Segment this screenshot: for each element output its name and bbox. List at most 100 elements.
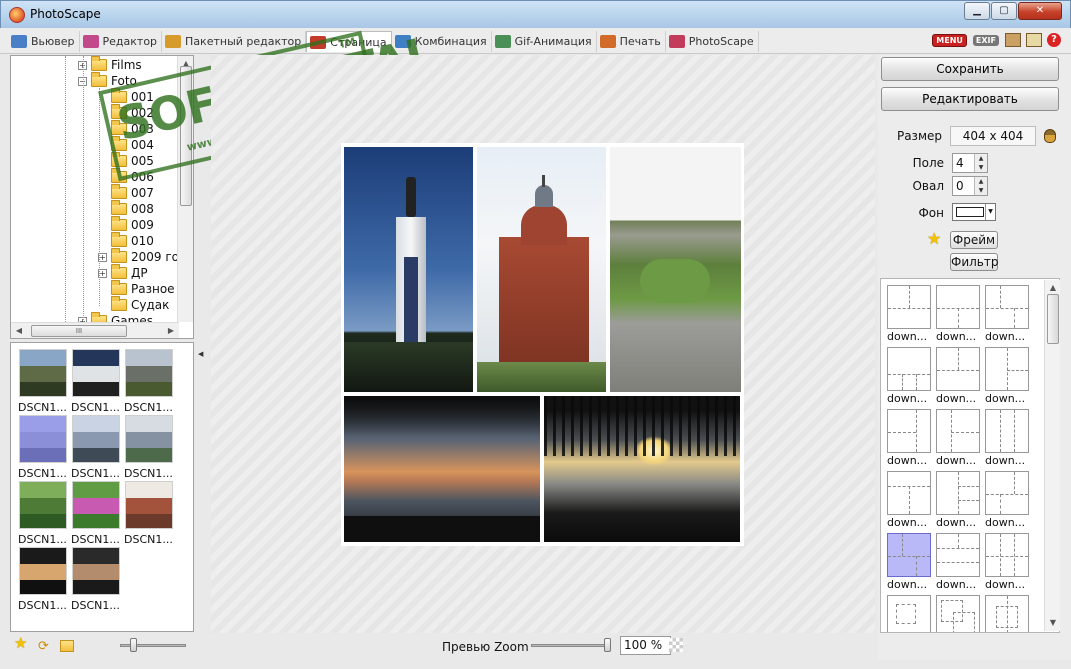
page-canvas[interactable]	[211, 55, 875, 633]
layout-template[interactable]: down...	[936, 285, 982, 343]
thumbnail-item[interactable]: DSCN1...	[18, 481, 69, 546]
margin-down-icon[interactable]: ▼	[975, 163, 987, 172]
thumbnail-item[interactable]: DSCN1...	[18, 349, 69, 414]
layout-template[interactable]: down...	[985, 533, 1031, 591]
layout-template[interactable]: down...	[985, 471, 1031, 529]
tree-item[interactable]: 003	[98, 120, 154, 137]
tree-scroll-thumb[interactable]	[180, 66, 192, 206]
tree-item[interactable]: 004	[98, 136, 154, 153]
thumbnail-item[interactable]: DSCN1...	[18, 547, 69, 612]
zoom-slider[interactable]	[531, 644, 611, 647]
oval-down-icon[interactable]: ▼	[975, 186, 987, 195]
close-button[interactable]: ✕	[1018, 2, 1062, 20]
zoom-slider-knob[interactable]	[604, 638, 611, 652]
tree-item[interactable]: 006	[98, 168, 154, 185]
thumbnail-item[interactable]: DSCN1...	[71, 547, 122, 612]
tree-item[interactable]: − Foto	[78, 72, 137, 89]
layout-templates-grid[interactable]: down... down... down... down... down... down.…	[880, 278, 1060, 633]
refresh-icon[interactable]: ⟳	[38, 639, 52, 654]
thumbnail-item[interactable]: DSCN1...	[71, 349, 122, 414]
help-icon[interactable]: ?	[1047, 33, 1061, 47]
layout-template[interactable]: down...	[985, 285, 1031, 343]
thumbnail-browser[interactable]: DSCN1... DSCN1... DSCN1... DSCN1... DSCN1...…	[10, 342, 194, 632]
favorite-star-icon[interactable]: ★	[14, 634, 27, 652]
layout-template[interactable]	[936, 595, 982, 632]
tree-item[interactable]: + ДР	[98, 264, 148, 281]
tab-print[interactable]: Печать	[597, 31, 666, 52]
transparency-checker-icon[interactable]	[669, 638, 683, 652]
zoom-value-input[interactable]: 100 %	[620, 636, 671, 655]
layout-template[interactable]: down...	[936, 347, 982, 405]
layout-template[interactable]: down...	[887, 347, 933, 405]
film-strip-icon[interactable]	[1005, 33, 1021, 47]
layout-template[interactable]: down...	[887, 409, 933, 467]
folder-tree[interactable]: + Games Судак Разное + ДР +2009 год 010 009 008 00…	[10, 55, 194, 339]
tree-item[interactable]: 007	[98, 184, 154, 201]
layout-template[interactable]: down...	[936, 533, 982, 591]
acorn-icon[interactable]	[1044, 129, 1056, 143]
tab-page[interactable]: Страница	[306, 31, 392, 52]
scroll-down-arrow-icon[interactable]: ▼	[1045, 615, 1061, 631]
edit-button[interactable]: Редактировать	[881, 87, 1059, 111]
save-button[interactable]: Сохранить	[881, 57, 1059, 81]
layout-template[interactable]: down...	[887, 533, 933, 591]
tab-photoscape[interactable]: PhotoScape	[666, 31, 759, 52]
tab-batch-editor[interactable]: Пакетный редактор	[162, 31, 307, 52]
layout-template[interactable]: down...	[887, 471, 933, 529]
layout-template[interactable]: down...	[985, 347, 1031, 405]
tab-viewer[interactable]: Вьювер	[8, 31, 80, 52]
tree-item[interactable]: 010	[98, 232, 154, 249]
oval-stepper[interactable]: 0 ▲ ▼	[952, 176, 988, 196]
layout-template[interactable]	[985, 595, 1031, 632]
layout-template[interactable]	[887, 595, 933, 632]
tree-item[interactable]: 008	[98, 200, 154, 217]
thumbnail-item[interactable]: DSCN1...	[71, 481, 122, 546]
background-color-picker[interactable]: ▼	[952, 203, 996, 221]
menu-button[interactable]: MENU	[932, 33, 967, 47]
margin-up-icon[interactable]: ▲	[975, 154, 987, 163]
tree-hscroll-thumb[interactable]: III	[31, 325, 127, 337]
maximize-button[interactable]: ▢	[991, 2, 1017, 20]
notes-icon[interactable]	[1026, 33, 1042, 47]
photo-park[interactable]	[610, 147, 741, 392]
margin-stepper[interactable]: 4 ▲ ▼	[952, 153, 988, 173]
layout-template[interactable]: down...	[936, 471, 982, 529]
exif-button[interactable]: EXIF	[972, 34, 999, 46]
tree-vertical-scrollbar[interactable]: ▲	[177, 56, 193, 322]
scroll-left-arrow-icon[interactable]: ◀	[11, 323, 27, 338]
templates-scroll-thumb[interactable]	[1047, 294, 1059, 344]
tree-item[interactable]: 005	[98, 152, 154, 169]
photo-church[interactable]	[477, 147, 606, 392]
tree-item[interactable]: Разное	[98, 280, 175, 297]
layout-template[interactable]: down...	[887, 285, 933, 343]
photo-willow-sunset[interactable]	[544, 396, 740, 542]
collapse-panel-arrow-icon[interactable]: ◀	[198, 350, 203, 358]
thumbnail-item[interactable]: DSCN1...	[124, 349, 175, 414]
photo-sunset-river[interactable]	[344, 396, 540, 542]
layout-template[interactable]: down...	[985, 409, 1031, 467]
tree-item[interactable]: +2009 год	[98, 248, 187, 265]
tree-horizontal-scrollbar[interactable]: ◀ III ▶	[11, 322, 179, 338]
templates-scrollbar[interactable]: ▲ ▼	[1044, 280, 1060, 631]
filter-button[interactable]: Фильтр	[950, 253, 998, 271]
minimize-button[interactable]: ▁	[964, 2, 990, 20]
thumbnail-size-knob[interactable]	[130, 638, 137, 652]
tab-combine[interactable]: Комбинация	[392, 31, 492, 52]
oval-up-icon[interactable]: ▲	[975, 177, 987, 186]
thumbnail-item[interactable]: DSCN1...	[124, 481, 175, 546]
tree-item[interactable]: 009	[98, 216, 154, 233]
photo-monument[interactable]	[344, 147, 473, 392]
layout-template[interactable]: down...	[936, 409, 982, 467]
tree-item[interactable]: Судак	[98, 296, 169, 313]
thumbnail-item[interactable]: DSCN1...	[71, 415, 122, 480]
tree-item[interactable]: 002	[98, 104, 154, 121]
frame-button[interactable]: Фрейм	[950, 231, 998, 249]
tab-gif-animation[interactable]: Gif-Анимация	[492, 31, 597, 52]
open-folder-icon[interactable]	[60, 640, 74, 652]
tree-item[interactable]: 001	[98, 88, 154, 105]
thumbnail-item[interactable]: DSCN1...	[18, 415, 69, 480]
tab-editor[interactable]: Редактор	[80, 31, 163, 52]
thumbnail-item[interactable]: DSCN1...	[124, 415, 175, 480]
tree-item[interactable]: + Films	[78, 56, 142, 73]
scroll-right-arrow-icon[interactable]: ▶	[163, 323, 179, 338]
